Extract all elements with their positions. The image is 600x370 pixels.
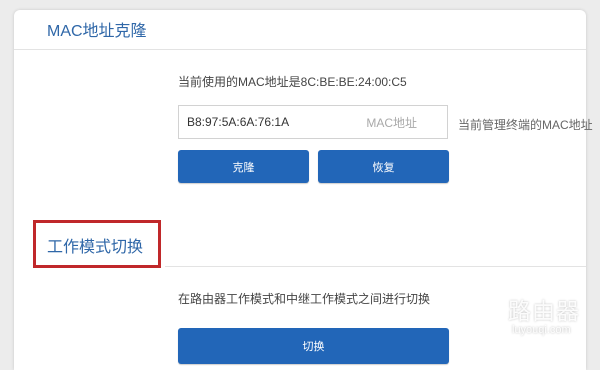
router-logo-icon bbox=[465, 293, 505, 333]
mac-address-input[interactable] bbox=[187, 115, 367, 129]
watermark-text: 路由器 bbox=[508, 298, 580, 324]
switch-mode-button[interactable]: 切换 bbox=[178, 328, 449, 364]
mac-address-inline-label: MAC地址 bbox=[366, 115, 417, 130]
current-mac-text: 当前使用的MAC地址是8C:BE:BE:24:00:C5 bbox=[178, 75, 407, 89]
mac-address-field[interactable]: MAC地址 bbox=[178, 105, 448, 139]
mac-clone-divider bbox=[14, 49, 586, 50]
watermark: 路由器 luyouqi.com bbox=[462, 292, 594, 352]
mac-clone-title: MAC地址克隆 bbox=[47, 23, 147, 40]
restore-button[interactable]: 恢复 bbox=[318, 150, 449, 183]
work-mode-divider bbox=[165, 266, 586, 267]
work-mode-description: 在路由器工作模式和中继工作模式之间进行切换 bbox=[178, 292, 431, 306]
work-mode-highlight-box bbox=[33, 220, 161, 268]
clone-button[interactable]: 克隆 bbox=[178, 150, 309, 183]
mac-address-hint: 当前管理终端的MAC地址 bbox=[458, 118, 593, 132]
watermark-url: luyouqi.com bbox=[512, 324, 571, 336]
